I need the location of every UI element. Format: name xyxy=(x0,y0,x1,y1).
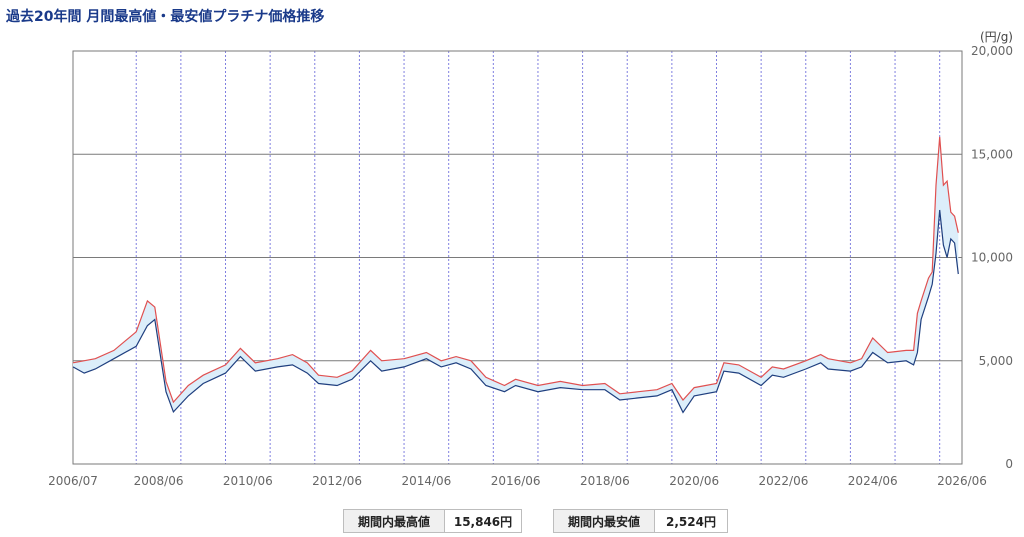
y-tick-label: 5,000 xyxy=(979,354,1013,368)
y-axis-unit: (円/g) xyxy=(980,30,1013,44)
max-value: 15,846円 xyxy=(445,510,521,532)
summary-min: 期間内最安値 2,524円 xyxy=(553,509,728,533)
x-tick-label: 2016/06 xyxy=(491,474,541,488)
x-tick-label: 2006/07 xyxy=(48,474,98,488)
x-tick-label: 2026/06 xyxy=(937,474,987,488)
max-label: 期間内最高値 xyxy=(344,510,445,532)
x-tick-label: 2010/06 xyxy=(223,474,273,488)
x-tick-label: 2024/06 xyxy=(848,474,898,488)
y-tick-label: 10,000 xyxy=(971,251,1013,265)
min-value: 2,524円 xyxy=(655,510,727,532)
summary-max: 期間内最高値 15,846円 xyxy=(343,509,522,533)
y-tick-label: 15,000 xyxy=(971,147,1013,161)
x-tick-label: 2008/06 xyxy=(134,474,184,488)
x-tick-label: 2012/06 xyxy=(312,474,362,488)
x-tick-label: 2018/06 xyxy=(580,474,630,488)
x-tick-labels: 2006/07 2008/06 2010/06 2012/06 2014/06 2016/… xyxy=(48,474,987,488)
y-tick-labels: 0 5,000 10,000 15,000 20,000 xyxy=(971,44,1013,471)
min-label: 期間内最安値 xyxy=(554,510,655,532)
y-tick-label: 20,000 xyxy=(971,44,1013,58)
x-tick-label: 2014/06 xyxy=(401,474,451,488)
price-chart: 05,00010,00015,00020,000 2006/07 2008/06 2… xyxy=(48,30,1013,488)
x-tick-label: 2022/06 xyxy=(759,474,809,488)
x-tick-label: 2020/06 xyxy=(669,474,719,488)
y-tick-label: 0 xyxy=(1005,457,1013,471)
